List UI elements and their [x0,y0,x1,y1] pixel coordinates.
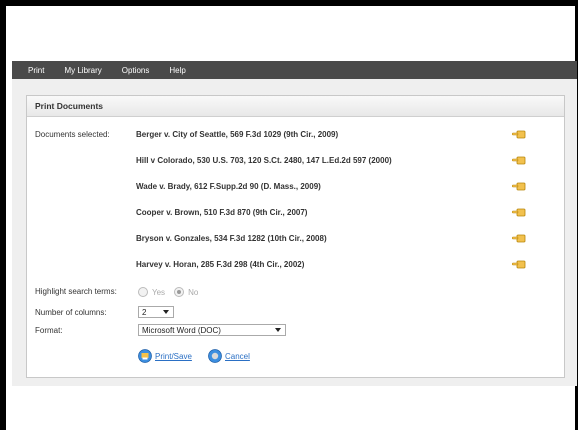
document-item-5: Bryson v. Gonzales, 534 F.3d 1282 (10th … [136,234,327,243]
top-navigation-bar: Print My Library Options Help [12,61,577,79]
chevron-down-icon [275,328,281,332]
highlight-no-label: No [188,287,199,297]
document-item-4: Cooper v. Brown, 510 F.3d 870 (9th Cir.,… [136,208,308,217]
nav-help[interactable]: Help [169,66,185,75]
number-of-columns-label: Number of columns: [35,308,107,317]
print-save-icon [138,349,152,363]
panel-title: Print Documents [27,96,564,117]
print-documents-panel: Print Documents Documents selected: Berg… [26,95,565,378]
format-select[interactable]: Microsoft Word (DOC) [138,324,286,336]
columns-select-value: 2 [142,307,147,317]
nav-print[interactable]: Print [28,66,44,75]
cancel-action[interactable]: Cancel [208,349,250,363]
highlight-search-terms-label: Highlight search terms: [35,287,117,296]
hand-pointer-icon[interactable] [512,233,526,243]
document-item-1: Berger v. City of Seattle, 569 F.3d 1029… [136,130,339,139]
window-frame-top [0,0,578,6]
print-save-action[interactable]: Print/Save [138,349,192,363]
highlight-yes-label: Yes [152,287,166,297]
print-save-link[interactable]: Print/Save [155,352,192,361]
documents-selected-label: Documents selected: [35,130,110,139]
hand-pointer-icon[interactable] [512,259,526,269]
cancel-link[interactable]: Cancel [225,352,250,361]
hand-pointer-icon[interactable] [512,129,526,139]
document-item-2: Hill v Colorado, 530 U.S. 703, 120 S.Ct.… [136,156,392,165]
highlight-yes-radio[interactable] [138,287,148,297]
nav-options[interactable]: Options [122,66,150,75]
format-label: Format: [35,326,63,335]
cancel-icon [208,349,222,363]
format-select-value: Microsoft Word (DOC) [142,325,221,335]
highlight-radio-group: Yes No [138,287,198,297]
hand-pointer-icon[interactable] [512,155,526,165]
document-item-6: Harvey v. Horan, 285 F.3d 298 (4th Cir.,… [136,260,305,269]
hand-pointer-icon[interactable] [512,207,526,217]
chevron-down-icon [163,310,169,314]
document-item-3: Wade v. Brady, 612 F.Supp.2d 90 (D. Mass… [136,182,321,191]
highlight-no-radio[interactable] [174,287,185,297]
window-frame-left [0,0,6,430]
nav-my-library[interactable]: My Library [64,66,101,75]
columns-select[interactable]: 2 [138,306,174,318]
hand-pointer-icon[interactable] [512,181,526,191]
